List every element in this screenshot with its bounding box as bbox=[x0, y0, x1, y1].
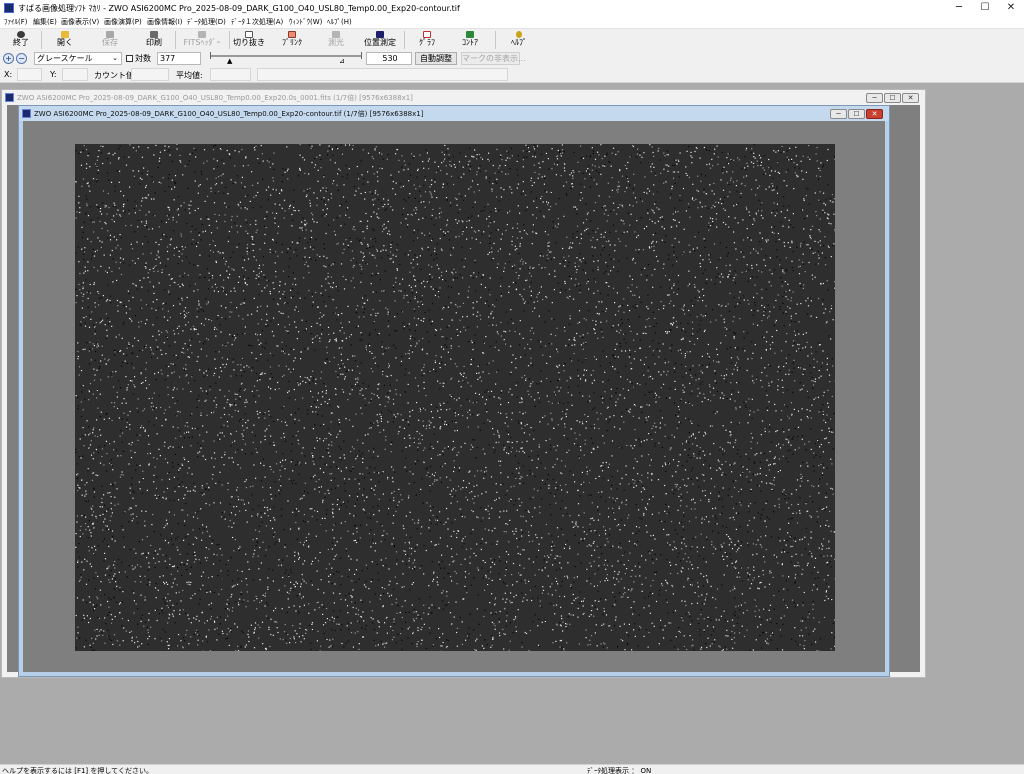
data-processing-status: ﾃﾞｰﾀ処理表示 ： ON bbox=[587, 767, 652, 774]
contour-image-window[interactable]: ZWO ASI6200MC Pro_2025-08-09_DARK_G100_O… bbox=[18, 105, 890, 677]
title-bar: すばる画像処理ｿﾌﾄ ﾏｶﾘ - ZWO ASI6200MC Pro_2025-… bbox=[0, 0, 1024, 16]
toolbar-separator bbox=[495, 31, 496, 49]
slider-tick bbox=[361, 52, 362, 59]
child-close-button[interactable]: ✕ bbox=[902, 93, 919, 103]
blink-button[interactable]: ﾌﾞﾘﾝｸ bbox=[277, 30, 307, 51]
contour-icon bbox=[466, 31, 474, 38]
mdi-workspace: ZWO ASI6200MC Pro_2025-08-09_DARK_G100_O… bbox=[0, 84, 1024, 764]
folder-icon bbox=[61, 31, 69, 38]
x-label: X: bbox=[4, 70, 13, 79]
log-checkbox[interactable] bbox=[126, 55, 133, 62]
help-button[interactable]: ﾍﾙﾌﾟ bbox=[502, 30, 536, 51]
toolbar-separator bbox=[175, 31, 176, 49]
graph-button[interactable]: ｸﾞﾗﾌ bbox=[412, 30, 442, 51]
count-value bbox=[131, 68, 169, 81]
image-window-icon bbox=[5, 93, 14, 102]
child-maximize-button[interactable]: ☐ bbox=[848, 109, 865, 119]
power-icon bbox=[17, 31, 25, 38]
menu-help[interactable]: ﾍﾙﾌﾟ(H) bbox=[327, 17, 352, 27]
menu-image-info[interactable]: 画像情報(I) bbox=[147, 17, 183, 27]
contour-window-title: ZWO ASI6200MC Pro_2025-08-09_DARK_G100_O… bbox=[34, 110, 424, 118]
contour-window-titlebar[interactable]: ZWO ASI6200MC Pro_2025-08-09_DARK_G100_O… bbox=[19, 106, 889, 121]
cursor-info-bar: X: Y: カウント値: 平均値: bbox=[0, 66, 1024, 83]
y-value bbox=[62, 68, 88, 81]
average-label: 平均値: bbox=[176, 71, 203, 80]
menu-edit[interactable]: 編集(E) bbox=[33, 17, 57, 27]
crop-button[interactable]: 切り抜き bbox=[232, 30, 266, 51]
position-icon bbox=[376, 31, 384, 38]
noise-image bbox=[75, 144, 835, 651]
menu-bar: ﾌｧｲﾙ(F) 編集(E) 画像表示(V) 画像演算(P) 画像情報(I) ﾃﾞ… bbox=[0, 16, 1024, 28]
menu-image-ops[interactable]: 画像演算(P) bbox=[104, 17, 142, 27]
printer-icon bbox=[150, 31, 158, 38]
photometry-icon bbox=[332, 31, 340, 38]
window-title: すばる画像処理ｿﾌﾄ ﾏｶﾘ - ZWO ASI6200MC Pro_2025-… bbox=[18, 4, 460, 13]
child-minimize-button[interactable]: ─ bbox=[866, 93, 883, 103]
child-minimize-button[interactable]: ─ bbox=[830, 109, 847, 119]
toolbar-separator bbox=[229, 31, 230, 49]
menu-view[interactable]: 画像表示(V) bbox=[61, 17, 99, 27]
display-toolbar: + − グレースケール ⌄ 対数 377 ▲ ⊿ 530 自動調整 マークの非表… bbox=[0, 51, 1024, 66]
menu-window[interactable]: ｳｨﾝﾄﾞｳ(W) bbox=[289, 17, 322, 27]
info-extra bbox=[257, 68, 508, 81]
help-hint: ヘルプを表示するには [F1] を押してください。 bbox=[2, 767, 153, 774]
range-slider[interactable]: ▲ ⊿ bbox=[208, 51, 364, 66]
color-mode-select[interactable]: グレースケール ⌄ bbox=[34, 52, 122, 65]
fits-window-title: ZWO ASI6200MC Pro_2025-08-09_DARK_G100_O… bbox=[17, 94, 413, 102]
print-button[interactable]: 印刷 bbox=[139, 30, 169, 51]
menu-data-processing[interactable]: ﾃﾞｰﾀ処理(D) bbox=[187, 17, 226, 27]
blink-icon bbox=[288, 31, 296, 38]
dark-frame-image[interactable] bbox=[75, 144, 835, 651]
hide-marks-button[interactable]: マークの非表示... bbox=[461, 52, 526, 65]
auto-adjust-button[interactable]: 自動調整 bbox=[415, 52, 457, 65]
menu-file[interactable]: ﾌｧｲﾙ(F) bbox=[4, 17, 28, 27]
min-value-field[interactable]: 377 bbox=[157, 52, 201, 65]
x-value bbox=[17, 68, 42, 81]
close-button[interactable]: ✕ bbox=[998, 0, 1024, 16]
menu-primary-processing[interactable]: ﾃﾞｰﾀ１次処理(A) bbox=[231, 17, 283, 27]
fits-window-titlebar[interactable]: ZWO ASI6200MC Pro_2025-08-09_DARK_G100_O… bbox=[2, 90, 925, 105]
chevron-down-icon: ⌄ bbox=[112, 54, 118, 62]
toolbar-separator bbox=[41, 31, 42, 49]
max-value-field[interactable]: 530 bbox=[366, 52, 412, 65]
save-button[interactable]: 保存 bbox=[95, 30, 125, 51]
zoom-out-icon[interactable]: − bbox=[16, 53, 27, 64]
crop-icon bbox=[245, 31, 253, 38]
average-value bbox=[210, 68, 251, 81]
contour-button[interactable]: ｺﾝﾄｱ bbox=[455, 30, 485, 51]
save-icon bbox=[106, 31, 114, 38]
app-icon bbox=[4, 3, 14, 13]
log-label: 対数 bbox=[135, 54, 151, 63]
status-bar: ヘルプを表示するには [F1] を押してください。 ﾃﾞｰﾀ処理表示 ： ON bbox=[0, 764, 1024, 774]
help-icon bbox=[516, 31, 522, 38]
photometry-button[interactable]: 測光 bbox=[321, 30, 351, 51]
slider-min-thumb[interactable]: ▲ bbox=[227, 58, 232, 65]
main-toolbar: 終了 開く 保存 印刷 FITSﾍｯﾀﾞｰ 切り抜き ﾌﾞﾘﾝｸ 測光 位置測定… bbox=[0, 28, 1024, 51]
exit-button[interactable]: 終了 bbox=[6, 30, 36, 51]
image-window-icon bbox=[22, 109, 31, 118]
zoom-in-icon[interactable]: + bbox=[3, 53, 14, 64]
fits-header-button[interactable]: FITSﾍｯﾀﾞｰ bbox=[179, 30, 225, 51]
y-label: Y: bbox=[50, 70, 57, 79]
maximize-button[interactable]: ☐ bbox=[972, 0, 998, 16]
minimize-button[interactable]: ─ bbox=[946, 0, 972, 16]
position-measure-button[interactable]: 位置測定 bbox=[359, 30, 401, 51]
slider-max-thumb[interactable]: ⊿ bbox=[339, 58, 345, 65]
contour-window-client bbox=[23, 121, 885, 672]
child-close-button[interactable]: ✕ bbox=[866, 109, 883, 119]
child-maximize-button[interactable]: ☐ bbox=[884, 93, 901, 103]
fits-header-icon bbox=[198, 31, 206, 38]
slider-tick bbox=[210, 52, 211, 59]
graph-icon bbox=[423, 31, 431, 38]
toolbar-separator bbox=[404, 31, 405, 49]
open-button[interactable]: 開く bbox=[50, 30, 80, 51]
